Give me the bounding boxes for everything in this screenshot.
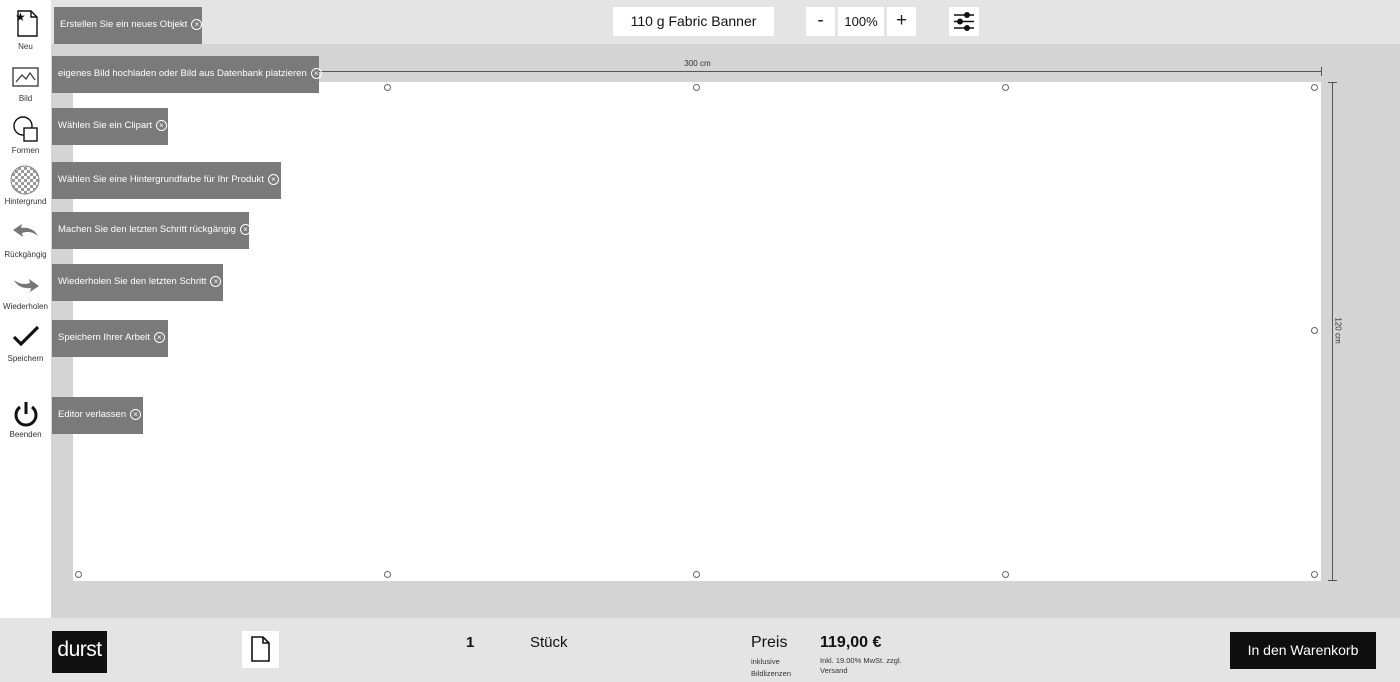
tooltip-undo: Machen Sie den letzten Schritt rückgängi… [52,212,251,249]
grommet [1311,571,1318,578]
redo-label: Wiederholen [3,302,48,311]
quantity-unit: Stück [530,634,568,651]
tooltip-exit: Editor verlassen × [52,397,143,434]
undo-arrow-icon [13,224,38,237]
tooltip-new-text: Erstellen Sie ein neues Objekt [60,19,188,30]
checkmark-icon [12,325,40,347]
undo-label: Rückgängig [4,250,47,259]
tooltip-clipart: Wählen Sie ein Clipart × [52,108,168,145]
close-icon[interactable]: × [130,408,142,420]
durst-logo: durst [52,631,107,673]
save-button[interactable]: Speichern [0,325,51,375]
grommet [75,571,82,578]
grommet [384,84,391,91]
price-label: Preis [751,634,788,651]
exit-label: Beenden [9,430,42,439]
tooltip-save: Speichern Ihrer Arbeit × [52,320,168,357]
background-button[interactable]: Hintergrund [0,164,51,214]
close-icon[interactable]: × [310,67,322,79]
document-button[interactable] [242,631,279,668]
add-to-cart-button[interactable]: In den Warenkorb [1230,632,1376,669]
exit-button[interactable]: Beenden [0,400,51,450]
power-icon [14,402,38,427]
save-label: Speichern [7,354,44,363]
price-tax-note: Inkl. 19.00% MwSt. zzgl. Versand [820,656,902,675]
design-canvas[interactable] [73,82,1321,581]
zoom-in-button[interactable]: + [887,7,916,36]
grommet [1002,84,1009,91]
close-icon[interactable]: × [153,331,165,343]
height-dimension-label: 120 cm [1333,317,1343,344]
new-button[interactable]: ★ Neu [0,8,51,58]
tooltip-background: Wählen Sie eine Hintergrundfarbe für Ihr… [52,162,281,199]
redo-arrow-icon [14,279,39,292]
shapes-icon [13,116,38,142]
close-icon[interactable]: × [267,173,279,185]
background-label: Hintergrund [4,197,47,206]
new-document-icon: ★ [15,10,38,37]
grommet [1311,327,1318,334]
grommet [693,84,700,91]
tooltip-exit-text: Editor verlassen [58,409,127,420]
price-value: 119,00 € [820,634,882,651]
close-icon[interactable]: × [210,275,222,287]
zoom-out-button[interactable]: - [806,7,835,36]
image-label: Bild [18,94,33,103]
tooltip-image: eigenes Bild hochladen oder Bild aus Dat… [52,56,322,93]
top-toolbar: 110 g Fabric Banner - 100% + [0,0,1400,44]
tooltip-save-text: Speichern Ihrer Arbeit [58,332,150,343]
bottom-bar: durst 1 Stück Preis inklusive Bildlizenz… [0,618,1400,682]
redo-button[interactable]: Wiederholen [0,272,51,322]
shapes-label: Formen [11,146,40,155]
tool-sidebar: ★ Neu Bild Formen Hintergrund Rückgängig… [0,0,51,618]
tooltip-undo-text: Machen Sie den letzten Schritt rückgängi… [58,224,236,235]
undo-button[interactable]: Rückgängig [0,220,51,270]
document-icon [251,636,270,662]
price-label-sub: inklusive Bildlizenzen [751,657,792,678]
close-icon[interactable]: × [156,119,167,131]
new-label: Neu [18,42,33,51]
quantity-value[interactable]: 1 [466,634,474,651]
image-icon [12,67,39,87]
sliders-icon [954,12,974,31]
tooltip-redo-text: Wiederholen Sie den letzten Schritt [58,276,207,287]
transparency-checker-icon [10,165,40,195]
tooltip-new: Erstellen Sie ein neues Objekt × [54,7,203,44]
tooltip-clipart-text: Wählen Sie ein Clipart [58,120,152,131]
grommet [693,571,700,578]
close-icon[interactable]: × [191,18,203,30]
shapes-button[interactable]: Formen [0,114,51,164]
width-dimension-label: 300 cm [684,59,711,68]
grommet [1002,571,1009,578]
tooltip-redo: Wiederholen Sie den letzten Schritt × [52,264,223,301]
close-icon[interactable]: × [239,223,251,235]
grommet [1311,84,1318,91]
product-name[interactable]: 110 g Fabric Banner [613,7,774,36]
zoom-level: 100% [838,7,884,36]
settings-button[interactable] [949,7,979,36]
grommet [384,571,391,578]
tooltip-background-text: Wählen Sie eine Hintergrundfarbe für Ihr… [58,174,264,185]
svg-text:★: ★ [15,10,26,24]
image-button[interactable]: Bild [0,64,51,114]
tooltip-image-text: eigenes Bild hochladen oder Bild aus Dat… [58,68,307,79]
